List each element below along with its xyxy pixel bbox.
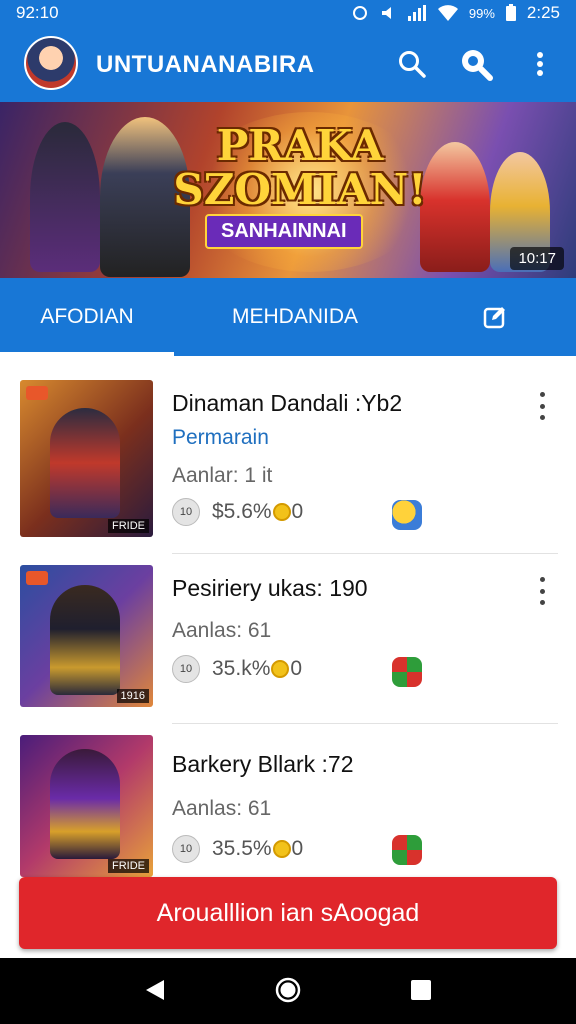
item-price-suffix: 0	[290, 657, 303, 680]
search-filled-icon	[462, 50, 493, 81]
thumbnail-character	[50, 408, 120, 518]
status-bar: 92:10 99% 2:25	[0, 0, 576, 26]
item-price-row: 10 35.5% 0	[172, 835, 303, 863]
more-vert-icon	[537, 52, 543, 76]
primary-action-button[interactable]: Aroualllion ian sAoogad	[19, 877, 557, 949]
status-time-left: 92:10	[16, 3, 59, 22]
item-title: Barkery Bllark :72	[172, 751, 354, 777]
tab-edit[interactable]	[450, 278, 540, 356]
tab-selected-indicator	[0, 352, 174, 356]
item-thumbnail: FRIDE	[20, 735, 153, 877]
thumbnail-character	[50, 585, 120, 695]
primary-action-label: Aroualllion ian sAoogad	[156, 898, 420, 927]
recents-icon	[411, 980, 431, 1000]
list-item[interactable]: 1916 Pesiriery ukas: 190 Aanlas: 61 10 3…	[0, 565, 576, 735]
coin-icon	[272, 503, 291, 522]
item-price-row: 10 35.k% 0	[172, 655, 302, 683]
tab-mehdanida[interactable]: MEHDANIDA	[200, 278, 390, 356]
thumbnail-tag: FRIDE	[108, 519, 149, 533]
price-chip: 10	[172, 835, 200, 863]
tab-bar: AFODIAN MEHDANIDA	[0, 278, 576, 356]
notification-icon	[352, 6, 367, 20]
emoji-icon	[392, 500, 422, 530]
nav-recents-button[interactable]	[410, 979, 432, 1006]
app-title: UNTUANANABIRA	[96, 51, 315, 78]
item-price: 35.5% 0	[212, 837, 303, 861]
item-price-value: $5.6%	[212, 500, 272, 523]
item-more-button[interactable]	[532, 392, 552, 420]
item-title: Dinaman Dandali :Yb2	[172, 390, 403, 416]
overflow-menu-button[interactable]	[520, 44, 560, 84]
item-price-suffix: 0	[291, 500, 304, 523]
price-chip: 10	[172, 498, 200, 526]
thumbnail-tag: FRIDE	[108, 859, 149, 873]
banner-hero-left	[30, 122, 100, 272]
avatar[interactable]	[24, 36, 78, 90]
item-price-value: 35.k%	[212, 657, 271, 680]
item-meta: Aanlas: 61	[172, 797, 272, 820]
search-button[interactable]	[392, 44, 432, 84]
thumbnail-tag: 1916	[116, 689, 149, 703]
search-filled-button[interactable]	[456, 44, 496, 84]
nav-back-button[interactable]	[144, 978, 166, 1007]
thumbnail-badge	[26, 571, 48, 585]
signal-icon	[407, 5, 426, 21]
app-bar: UNTUANANABIRA	[0, 26, 576, 102]
thumbnail-badge	[26, 386, 48, 400]
battery-icon	[505, 4, 516, 21]
item-price: 35.k% 0	[212, 657, 302, 681]
thumbnail-character	[50, 749, 120, 859]
item-meta: Aanlar: 1 it	[172, 464, 273, 487]
back-icon	[146, 980, 164, 1000]
list-divider	[172, 723, 558, 724]
item-price-value: 35.5%	[212, 837, 272, 860]
item-price-suffix: 0	[291, 837, 304, 860]
item-thumbnail: 1916	[20, 565, 153, 707]
home-icon	[275, 977, 301, 1003]
list-divider	[172, 553, 558, 554]
nav-home-button[interactable]	[275, 977, 301, 1008]
coin-icon	[271, 660, 290, 679]
search-icon	[399, 51, 426, 78]
price-chip: 10	[172, 655, 200, 683]
item-price-row: 10 $5.6% 0	[172, 498, 303, 526]
wifi-icon	[437, 5, 458, 21]
banner-subtitle-wrap: SANHAINNAI	[205, 214, 363, 249]
status-time-right: 2:25	[526, 3, 560, 22]
item-subtitle[interactable]: Permarain	[172, 426, 269, 450]
item-thumbnail: FRIDE	[20, 380, 153, 537]
list-item[interactable]: FRIDE Dinaman Dandali :Yb2 Permarain Aan…	[0, 380, 576, 554]
item-price: $5.6% 0	[212, 500, 303, 524]
tab-label: AFODIAN	[40, 305, 134, 328]
item-title: Pesiriery ukas: 190	[172, 575, 368, 601]
item-meta: Aanlas: 61	[172, 619, 272, 642]
battery-level: 99%	[468, 5, 495, 21]
tab-label: MEHDANIDA	[231, 305, 358, 328]
tab-afodian[interactable]: AFODIAN	[0, 278, 174, 356]
item-more-button[interactable]	[532, 577, 552, 605]
green-red-icon	[392, 835, 422, 865]
edit-icon	[483, 307, 505, 329]
banner-timestamp: 10:17	[510, 247, 564, 270]
banner-subtitle: SANHAINNAI	[205, 214, 363, 249]
coin-icon	[272, 840, 291, 859]
status-icons: 99% 2:25	[351, 3, 560, 23]
featured-banner[interactable]: PRAKA SZOMIAN! SANHAINNAI 10:17	[0, 102, 576, 278]
green-red-icon	[392, 657, 422, 687]
banner-title: PRAKA SZOMIAN!	[173, 121, 427, 214]
system-nav-bar	[0, 958, 576, 1024]
mute-icon	[381, 7, 391, 19]
